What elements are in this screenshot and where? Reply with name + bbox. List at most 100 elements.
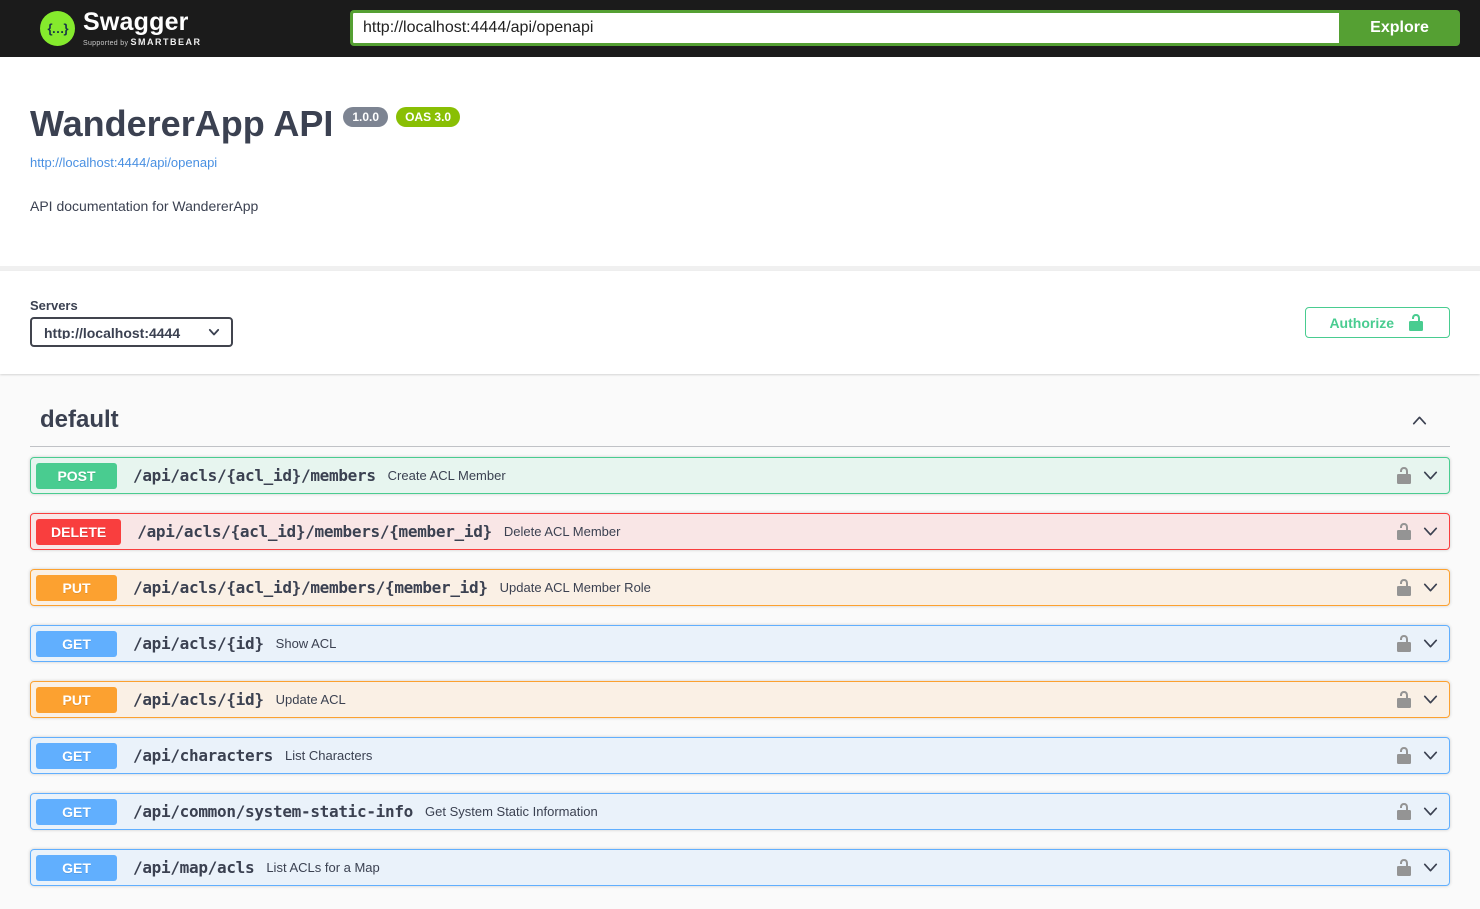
method-badge: GET: [36, 854, 117, 881]
unlock-icon: [1409, 313, 1423, 331]
auth-lock-button[interactable]: [1394, 578, 1414, 598]
authorize-label: Authorize: [1329, 314, 1394, 331]
operation-row-put[interactable]: PUT/api/acls/{id} Update ACL: [30, 681, 1450, 718]
chevron-down-icon: [1423, 471, 1438, 480]
braces-glyph: {…}: [47, 20, 68, 36]
operation-path: /api/acls/{acl_id}/members/{member_id}: [137, 522, 492, 541]
servers-label: Servers: [30, 298, 78, 313]
operation-controls: [1394, 521, 1441, 542]
operation-controls: [1394, 689, 1441, 710]
operation-summary: Show ACL: [275, 636, 337, 651]
operation-summary: List Characters: [285, 748, 373, 763]
operation-row-delete[interactable]: DELETE/api/acls/{acl_id}/members/{member…: [30, 513, 1450, 550]
operation-row-get[interactable]: GET/api/common/system-static-info Get Sys…: [30, 793, 1450, 830]
operations-list: POST/api/acls/{acl_id}/members Create ACL…: [30, 447, 1450, 886]
oas-badge: OAS 3.0: [396, 107, 461, 128]
unlock-icon: [1397, 746, 1411, 764]
operation-summary: List ACLs for a Map: [266, 860, 380, 875]
unlock-icon: [1397, 634, 1411, 652]
tag-title: default: [40, 406, 119, 433]
operation-row-get[interactable]: GET/api/map/acls List ACLs for a Map: [30, 849, 1450, 886]
method-badge: GET: [36, 742, 117, 769]
operation-controls: [1394, 577, 1441, 598]
operation-controls: [1394, 857, 1441, 878]
expand-operation-button[interactable]: [1420, 633, 1441, 654]
spec-url-input[interactable]: [350, 10, 1339, 47]
auth-lock-button[interactable]: [1394, 746, 1414, 766]
method-badge: GET: [36, 798, 117, 825]
method-badge: PUT: [36, 686, 117, 713]
api-description: API documentation for WandererApp: [30, 198, 259, 214]
brand-tagline: Supported by SMARTBEAR: [83, 36, 202, 48]
method-badge: GET: [36, 630, 117, 657]
tagline-brand: SMARTBEAR: [130, 36, 202, 47]
operation-controls: [1394, 633, 1441, 654]
operation-controls: [1394, 465, 1441, 486]
info-section: WandererApp API 1.0.0 OAS 3.0 http://loc…: [0, 57, 1480, 266]
chevron-down-icon: [1423, 527, 1438, 536]
expand-operation-button[interactable]: [1420, 745, 1441, 766]
tagline-prefix: Supported by: [83, 39, 129, 47]
page-title: WandererApp API 1.0.0 OAS 3.0: [30, 103, 1450, 145]
operation-row-post[interactable]: POST/api/acls/{acl_id}/members Create ACL…: [30, 457, 1450, 494]
auth-lock-button[interactable]: [1394, 634, 1414, 654]
operation-path: /api/common/system-static-info: [133, 802, 413, 821]
operation-row-get[interactable]: GET/api/acls/{id} Show ACL: [30, 625, 1450, 662]
collapse-section-button[interactable]: [1409, 410, 1430, 431]
expand-operation-button[interactable]: [1420, 577, 1441, 598]
operation-controls: [1394, 801, 1441, 822]
authorize-button[interactable]: Authorize: [1305, 307, 1450, 338]
method-badge: DELETE: [36, 518, 122, 545]
operation-summary: Delete ACL Member: [503, 524, 621, 539]
chevron-down-icon: [1423, 751, 1438, 760]
expand-operation-button[interactable]: [1420, 801, 1441, 822]
scheme-container: Servers http://localhost:4444 Authorize: [0, 271, 1480, 374]
topbar: {…} Swagger Supported by SMARTBEAR Explo…: [0, 0, 1480, 57]
auth-lock-button[interactable]: [1394, 802, 1414, 822]
auth-lock-button[interactable]: [1394, 466, 1414, 486]
operation-row-get[interactable]: GET/api/characters List Characters: [30, 737, 1450, 774]
chevron-down-icon: [1423, 695, 1438, 704]
operation-summary: Update ACL Member Role: [499, 580, 651, 595]
spec-url-form: Explore: [350, 10, 1460, 47]
expand-operation-button[interactable]: [1420, 521, 1441, 542]
swagger-logo-icon: {…}: [40, 10, 75, 46]
operation-summary: Create ACL Member: [387, 468, 506, 483]
auth-lock-button[interactable]: [1394, 690, 1414, 710]
tag-section-header[interactable]: default: [30, 396, 1450, 447]
operation-path: /api/acls/{id}: [133, 634, 264, 653]
unlock-icon: [1397, 522, 1411, 540]
unlock-icon: [1397, 466, 1411, 484]
swagger-brand-link[interactable]: {…} Swagger Supported by SMARTBEAR: [40, 9, 202, 47]
servers-block: Servers http://localhost:4444: [30, 298, 233, 347]
operation-path: /api/characters: [133, 746, 273, 765]
operation-summary: Update ACL: [275, 692, 346, 707]
expand-operation-button[interactable]: [1420, 689, 1441, 710]
operation-path: /api/acls/{id}: [133, 690, 264, 709]
expand-operation-button[interactable]: [1420, 857, 1441, 878]
chevron-up-icon: [1412, 416, 1427, 424]
auth-lock-button[interactable]: [1394, 858, 1414, 878]
version-badge: 1.0.0: [343, 107, 389, 128]
spec-link[interactable]: http://localhost:4444/api/openapi: [30, 155, 217, 170]
servers-select[interactable]: http://localhost:4444: [30, 317, 233, 347]
chevron-down-icon: [1423, 863, 1438, 872]
operation-path: /api/map/acls: [133, 858, 255, 877]
operation-path: /api/acls/{acl_id}/members: [133, 466, 376, 485]
api-title-text: WandererApp API: [30, 103, 334, 144]
brand-name: Swagger: [83, 8, 189, 37]
unlock-icon: [1397, 802, 1411, 820]
operation-row-put[interactable]: PUT/api/acls/{acl_id}/members/{member_id…: [30, 569, 1450, 606]
chevron-down-icon: [1423, 583, 1438, 592]
operation-summary: Get System Static Information: [425, 804, 598, 819]
operations-section: default POST/api/acls/{acl_id}/members Cr…: [30, 374, 1450, 909]
chevron-down-icon: [1423, 807, 1438, 816]
explore-button[interactable]: Explore: [1339, 10, 1460, 47]
operation-controls: [1394, 745, 1441, 766]
unlock-icon: [1397, 690, 1411, 708]
method-badge: POST: [36, 462, 117, 489]
expand-operation-button[interactable]: [1420, 465, 1441, 486]
operation-path: /api/acls/{acl_id}/members/{member_id}: [133, 578, 488, 597]
unlock-icon: [1397, 858, 1411, 876]
auth-lock-button[interactable]: [1394, 522, 1414, 542]
